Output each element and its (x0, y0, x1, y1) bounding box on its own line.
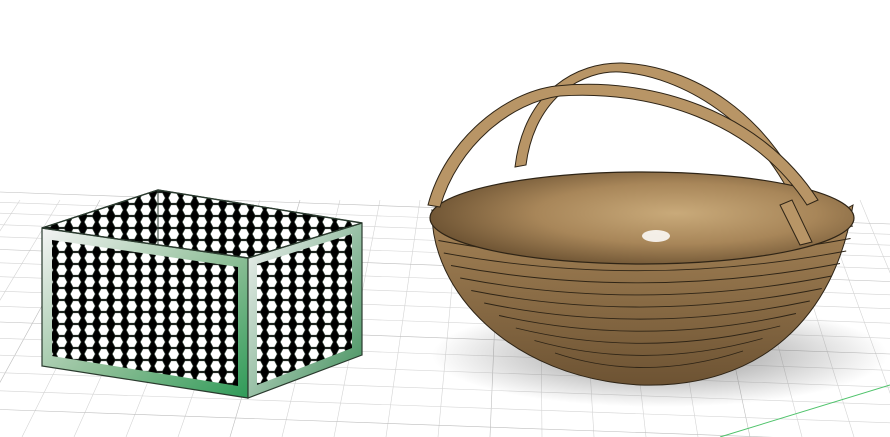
hex-mesh-basket[interactable] (41, 189, 363, 399)
cad-viewport-canvas[interactable] (0, 0, 890, 437)
grid-line (0, 199, 21, 232)
3d-scene[interactable] (0, 0, 890, 437)
grid-line (0, 409, 774, 437)
grid-line (385, 199, 421, 437)
bowl-specular-highlight (642, 230, 670, 242)
grid-line (859, 199, 890, 274)
